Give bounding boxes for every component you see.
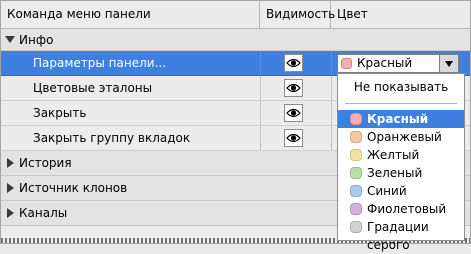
menu-option[interactable]: Зеленый	[338, 164, 464, 182]
column-divider	[260, 101, 261, 125]
visibility-eye-icon[interactable]	[284, 54, 303, 72]
visibility-eye-icon[interactable]	[284, 129, 303, 147]
menu-option-label: Фиолетовый	[367, 202, 447, 216]
column-divider	[331, 126, 332, 150]
menu-option-label: Красный	[367, 112, 429, 126]
group-label-history: История	[19, 156, 72, 170]
color-swatch	[350, 149, 362, 161]
group-label-clone-source: Источник клонов	[19, 181, 128, 195]
expand-triangle-right-icon[interactable]	[4, 151, 16, 175]
expand-triangle-right-icon[interactable]	[4, 176, 16, 200]
column-divider	[260, 126, 261, 150]
color-dropdown-menu: Не показывать Красный Оранжевый Желтый Зеле…	[337, 73, 465, 252]
menu-option[interactable]: Градации серого	[338, 218, 464, 252]
color-swatch	[350, 113, 362, 125]
color-swatch	[350, 131, 362, 143]
column-divider	[331, 76, 332, 100]
menu-option[interactable]: Желтый	[338, 146, 464, 164]
menu-divider	[345, 103, 457, 104]
group-label-channels: Каналы	[19, 206, 68, 220]
expand-triangle-right-icon[interactable]	[4, 201, 16, 225]
table-header: Команда меню панели Видимость Цвет	[1, 1, 470, 29]
menu-option-label: Оранжевый	[367, 130, 442, 144]
menu-option-label: Синий	[367, 184, 407, 198]
expand-triangle-down-icon[interactable]	[4, 29, 16, 50]
menu-customization-panel: Команда меню панели Видимость Цвет Инфо …	[0, 0, 471, 252]
header-command[interactable]: Команда меню панели	[1, 1, 260, 28]
group-label-info: Инфо	[19, 32, 54, 47]
color-swatch	[350, 167, 362, 179]
group-row-info[interactable]: Инфо	[1, 29, 470, 51]
color-dropdown[interactable]: Красный	[337, 54, 459, 73]
item-label: Параметры панели...	[33, 56, 167, 70]
menu-option[interactable]: Красный	[338, 110, 464, 128]
menu-option[interactable]: Оранжевый	[338, 128, 464, 146]
color-swatch	[341, 58, 352, 69]
item-label: Закрыть группу вкладок	[33, 131, 191, 145]
column-divider	[331, 101, 332, 125]
visibility-eye-icon[interactable]	[284, 104, 303, 122]
menu-option-none[interactable]: Не показывать	[338, 74, 464, 100]
color-swatch	[350, 185, 362, 197]
chevron-down-icon[interactable]	[439, 55, 458, 72]
color-swatch	[350, 221, 362, 233]
color-dropdown-value: Красный	[357, 56, 413, 70]
menu-option-label: Градации серого	[367, 220, 429, 252]
column-divider	[260, 51, 261, 75]
header-visibility[interactable]: Видимость	[260, 1, 335, 28]
item-label: Цветовые эталоны	[33, 81, 153, 95]
column-divider	[331, 51, 332, 75]
item-label: Закрыть	[33, 106, 87, 120]
menu-option[interactable]: Фиолетовый	[338, 200, 464, 218]
header-color[interactable]: Цвет	[331, 1, 470, 28]
color-swatch	[350, 203, 362, 215]
menu-option[interactable]: Синий	[338, 182, 464, 200]
visibility-eye-icon[interactable]	[284, 79, 303, 97]
column-divider	[260, 76, 261, 100]
menu-option-label: Зеленый	[367, 166, 423, 180]
menu-option-label: Желтый	[367, 148, 420, 162]
